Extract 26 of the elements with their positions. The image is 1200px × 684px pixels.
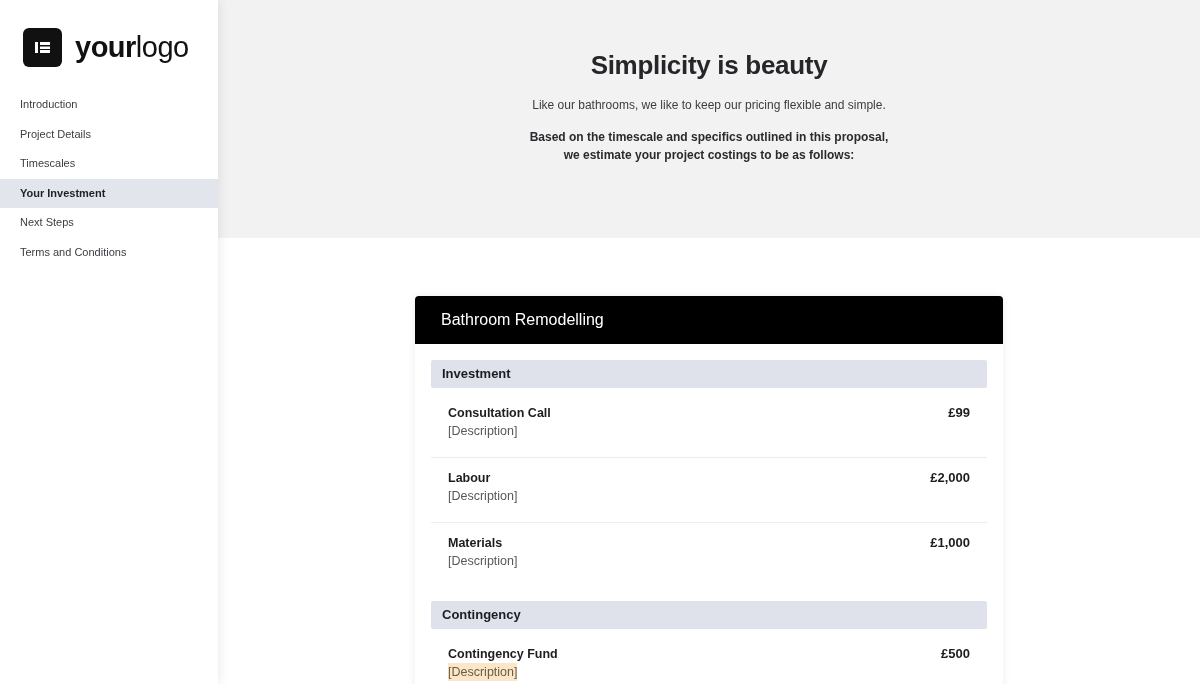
item-price: £2,000 bbox=[930, 469, 970, 487]
card-title: Bathroom Remodelling bbox=[441, 310, 604, 330]
nav-link[interactable]: Your Investment bbox=[0, 178, 218, 208]
nav-link[interactable]: Next Steps bbox=[0, 208, 218, 238]
item-name: Materials bbox=[448, 535, 503, 552]
item-price: £500 bbox=[941, 645, 970, 663]
nav-link[interactable]: Timescales bbox=[0, 149, 218, 179]
item-description: [Description] bbox=[448, 423, 518, 440]
item-description: [Description] bbox=[448, 488, 518, 505]
nav-link[interactable]: Introduction bbox=[0, 90, 218, 120]
nav-link[interactable]: Project Details bbox=[0, 119, 218, 149]
item-description: [Description] bbox=[448, 553, 518, 570]
intro-paragraph: Based on the timescale and specifics outlined in this proposal, we estimate your project costings to be as follows: bbox=[529, 129, 889, 164]
logo-icon bbox=[23, 28, 62, 67]
item-name: Contingency Fund bbox=[448, 646, 558, 663]
nav-link[interactable]: Terms and Conditions bbox=[0, 237, 218, 267]
item-description: [Description] bbox=[448, 663, 518, 681]
item-price: £1,000 bbox=[930, 534, 970, 552]
section-title: Contingency bbox=[442, 606, 521, 624]
item-name: Consultation Call bbox=[448, 405, 551, 422]
intro-subtitle: Like our bathrooms, we like to keep our pricing flexible and simple. bbox=[532, 97, 886, 114]
logo-wordmark: yourlogo bbox=[75, 30, 189, 65]
item-name: Labour bbox=[448, 470, 491, 487]
section-title: Investment bbox=[442, 365, 511, 383]
item-price: £99 bbox=[948, 404, 970, 422]
page-title: Simplicity is beauty bbox=[590, 49, 828, 82]
